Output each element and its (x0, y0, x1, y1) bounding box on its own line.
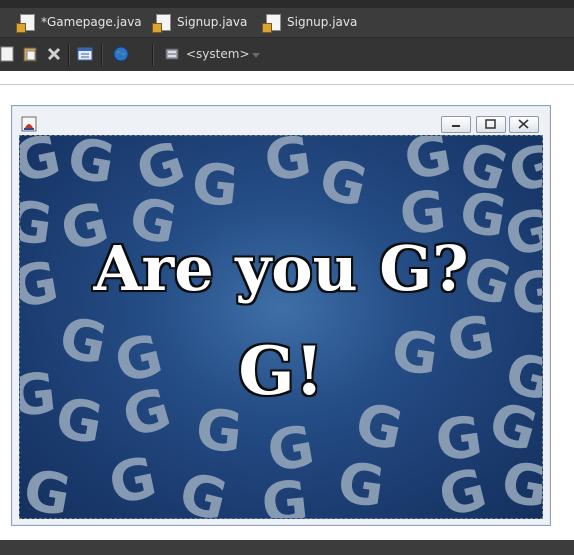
pattern-letter: G (19, 457, 76, 519)
ide-tab-strip-edge (0, 0, 574, 8)
maximize-icon (485, 119, 496, 129)
pattern-letter: G (172, 460, 234, 519)
answer-text: G! (237, 331, 325, 412)
minimize-button[interactable] (441, 116, 471, 133)
headline-text: Are you G? (92, 231, 470, 307)
pattern-letter: G (103, 444, 163, 519)
globe-icon[interactable] (113, 46, 129, 62)
delete-icon[interactable] (46, 46, 62, 62)
tab-signup-1-label: Signup.java (177, 15, 248, 29)
system-combo[interactable]: <system> (186, 47, 250, 61)
game-canvas[interactable]: G G G G G G G G G G G G G G G G G G G G … (19, 135, 543, 519)
toolbar-separator (152, 44, 154, 66)
chevron-down-icon[interactable] (252, 53, 260, 58)
tab-signup-2-label: Signup.java (287, 15, 358, 29)
server-icon (165, 48, 179, 60)
tab-gamepage-label: *Gamepage.java (41, 15, 142, 29)
close-icon (518, 119, 529, 129)
tab-signup-1[interactable]: Signup.java (152, 9, 248, 35)
tab-gamepage[interactable]: *Gamepage.java (16, 9, 142, 35)
window-layout-icon[interactable] (77, 46, 93, 62)
pattern-letter: G (188, 150, 242, 221)
ide-top-bar: *Gamepage.java Signup.java Signup.java <… (0, 0, 574, 71)
java-file-icon (16, 13, 35, 33)
pattern-letter: G (258, 468, 312, 519)
ide-bottom-bar (0, 540, 574, 555)
minimize-icon (452, 125, 460, 127)
paste-icon[interactable] (22, 46, 38, 62)
pattern-letter: G (192, 396, 246, 467)
pattern-letter: G (333, 450, 389, 519)
close-button[interactable] (509, 116, 539, 133)
new-file-icon[interactable] (0, 46, 16, 62)
toolbar-separator (101, 44, 103, 66)
pattern-letter: G (312, 146, 374, 221)
pattern-letter: G (62, 135, 120, 198)
pattern-letter: G (432, 456, 494, 519)
maximize-button[interactable] (476, 116, 506, 133)
editor-divider (0, 84, 574, 85)
java-file-icon (152, 13, 171, 33)
toolbar-separator (68, 44, 70, 66)
java-file-icon (262, 13, 281, 33)
tab-signup-2[interactable]: Signup.java (262, 9, 358, 35)
ide-toolbar: <system> (0, 37, 574, 71)
pattern-letter: G (496, 449, 543, 519)
game-window: G G G G G G G G G G G G G G G G G G G G … (11, 105, 551, 526)
pattern-letter: G (260, 135, 316, 195)
pattern-letter: G (19, 135, 67, 197)
java-app-icon (21, 116, 37, 132)
